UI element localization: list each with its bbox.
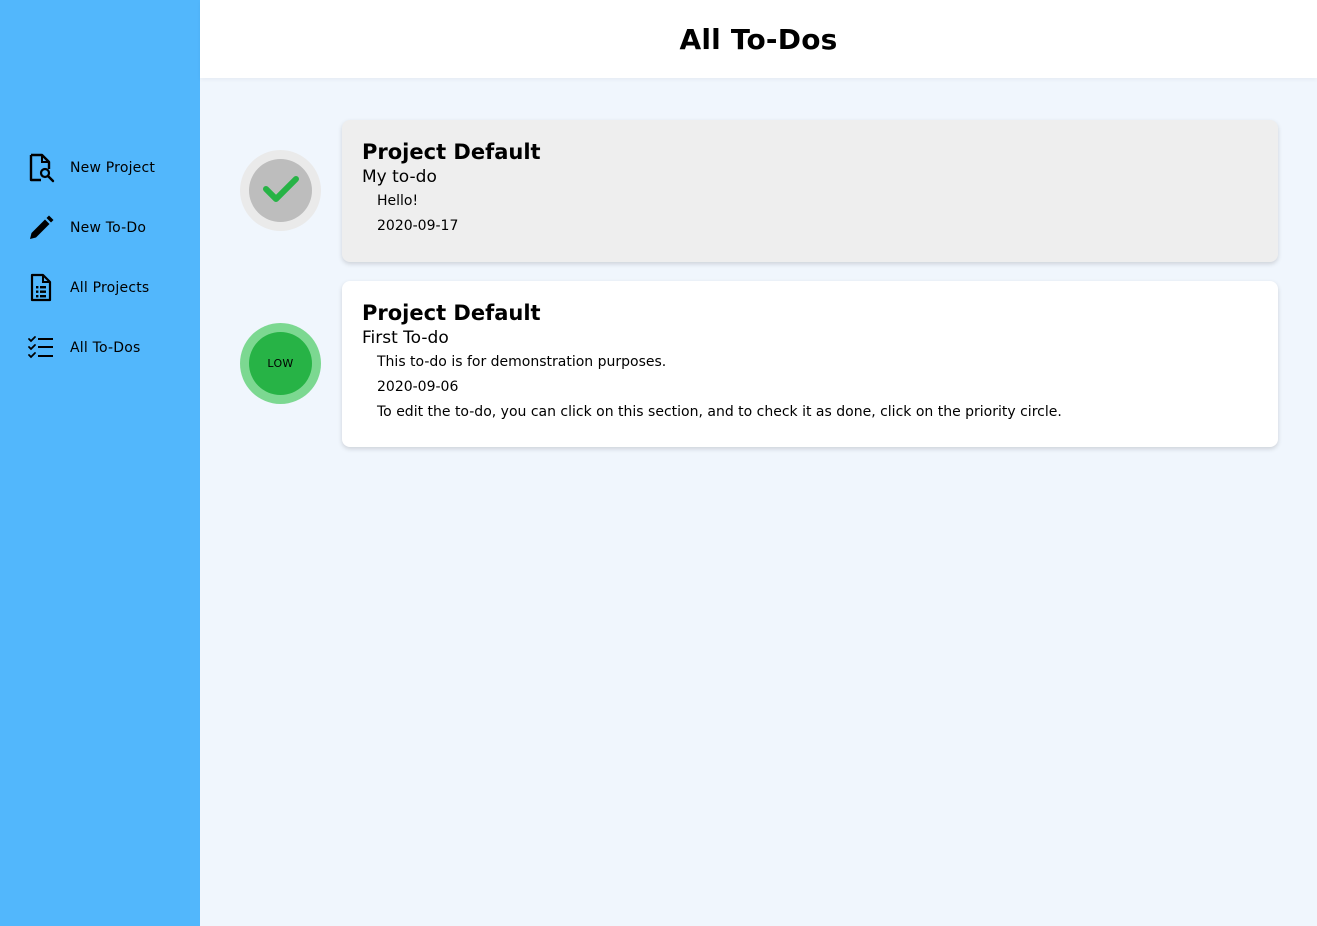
sidebar-item-label: All To-Dos <box>70 340 141 356</box>
sidebar: New Project New To-Do All Projects All T… <box>0 0 200 926</box>
sidebar-item-label: All Projects <box>70 280 150 296</box>
todo-item: Project Default My to-do Hello! 2020-09-… <box>240 120 1278 262</box>
todo-date: 2020-09-17 <box>377 218 459 234</box>
document-list-icon <box>26 272 56 304</box>
sidebar-item-all-projects[interactable]: All Projects <box>26 270 196 306</box>
todo-card[interactable]: Project Default My to-do Hello! 2020-09-… <box>342 120 1278 262</box>
todo-notes: To edit the to-do, you can click on this… <box>377 404 1062 420</box>
todo-title: My to-do <box>362 167 437 187</box>
todo-project: Project Default <box>362 140 541 164</box>
page-title: All To-Dos <box>679 22 838 56</box>
page-header: All To-Dos <box>200 0 1317 78</box>
check-icon <box>261 173 301 209</box>
todo-project: Project Default <box>362 301 541 325</box>
pencil-icon <box>26 212 56 244</box>
todo-item: LOW Project Default First To-do This to-… <box>240 281 1278 447</box>
priority-circle[interactable] <box>240 150 321 231</box>
todo-description: Hello! <box>377 193 419 209</box>
sidebar-item-new-todo[interactable]: New To-Do <box>26 210 196 246</box>
sidebar-item-label: New To-Do <box>70 220 147 236</box>
new-project-icon <box>26 152 56 184</box>
sidebar-item-new-project[interactable]: New Project <box>26 150 196 186</box>
todo-date: 2020-09-06 <box>377 379 459 395</box>
priority-label: LOW <box>267 357 294 370</box>
priority-circle-inner <box>249 159 312 222</box>
todo-title: First To-do <box>362 328 449 348</box>
sidebar-item-all-todos[interactable]: All To-Dos <box>26 330 196 366</box>
todo-card[interactable]: Project Default First To-do This to-do i… <box>342 281 1278 447</box>
todo-description: This to-do is for demonstration purposes… <box>377 354 667 370</box>
priority-circle[interactable]: LOW <box>240 323 321 404</box>
priority-circle-inner: LOW <box>249 332 312 395</box>
sidebar-item-label: New Project <box>70 160 156 176</box>
checklist-icon <box>26 332 56 364</box>
sidebar-nav: New Project New To-Do All Projects All T… <box>26 150 196 390</box>
